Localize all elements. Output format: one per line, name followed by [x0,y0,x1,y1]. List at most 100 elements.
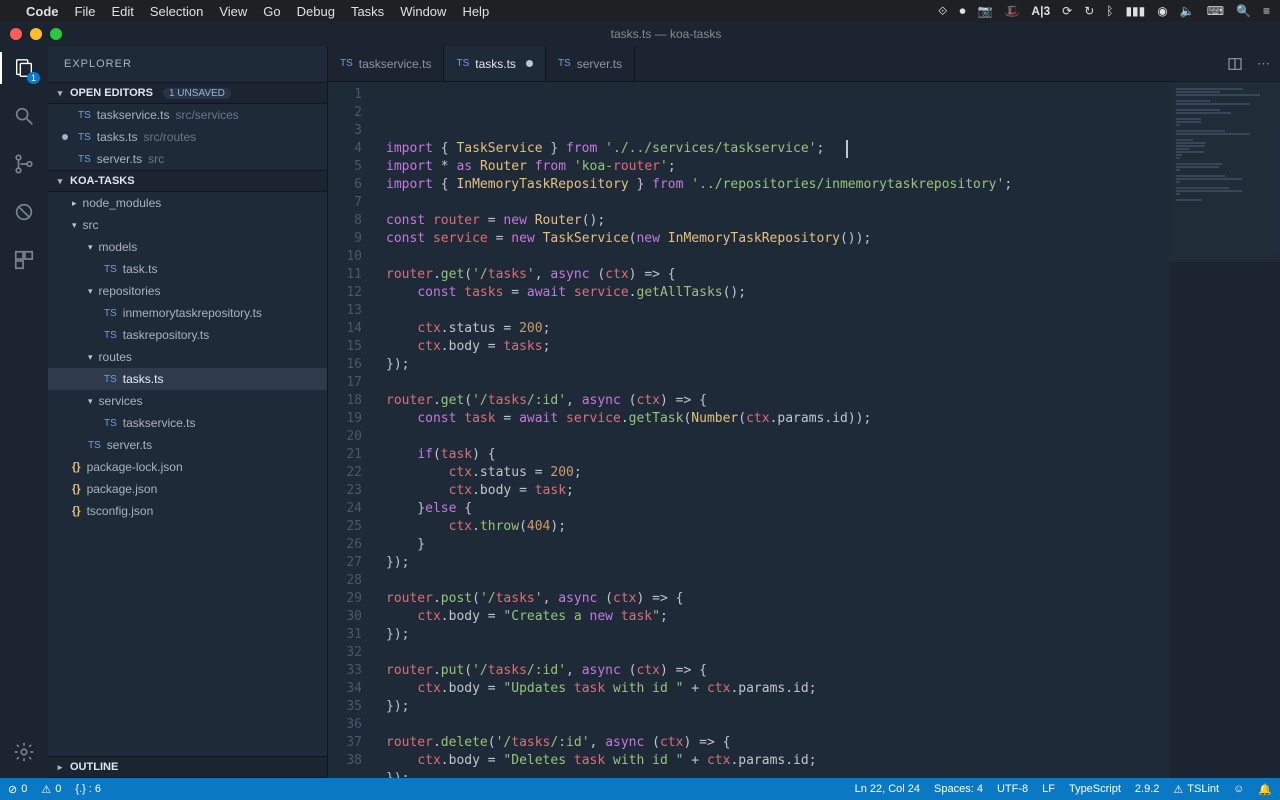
menu-help[interactable]: Help [462,4,489,19]
folder-item[interactable]: ▾services [48,390,327,412]
file-item[interactable]: TStaskservice.ts [48,412,327,434]
tray-battery-icon[interactable]: ▮▮▮ [1125,4,1145,18]
folder-item[interactable]: ▾models [48,236,327,258]
minimize-window-button[interactable] [30,28,42,40]
status-tslint[interactable]: ⚠ TSLint [1173,783,1219,796]
file-item[interactable]: {}tsconfig.json [48,500,327,522]
activity-search-icon[interactable] [10,102,38,130]
folder-item[interactable]: ▸ node_modules [48,192,327,214]
tray-sync-icon[interactable]: ⟳ [1062,4,1072,18]
tree-item-label: task.ts [123,262,158,276]
file-name: server.ts [97,152,142,166]
ts-file-icon: TS [104,264,117,275]
tree-item-label: src [83,218,99,232]
file-item[interactable]: TSinmemorytaskrepository.ts [48,302,327,324]
json-file-icon: {} [72,461,81,473]
tray-wifi-icon[interactable]: ◉ [1157,4,1167,18]
file-item[interactable]: TS task.ts [48,258,327,280]
chevron-right-icon: ▸ [72,198,77,209]
tree-item-label: node_modules [83,196,162,210]
file-item[interactable]: TStasks.ts [48,368,327,390]
activity-settings-icon[interactable] [10,738,38,766]
tree-item-label: server.ts [107,438,152,452]
code-editor[interactable]: 1234567891011121314151617181920212223242… [328,82,1280,778]
chevron-down-icon: ▾ [88,286,93,297]
status-language[interactable]: TypeScript [1069,783,1121,795]
activity-extensions-icon[interactable] [10,246,38,274]
more-actions-icon[interactable]: ⋯ [1257,56,1270,72]
project-section[interactable]: ▾ KOA-TASKS [48,170,327,192]
folder-item[interactable]: ▾src [48,214,327,236]
open-editors-section[interactable]: ▾ OPEN EDITORS 1 UNSAVED [48,82,327,104]
tab-label: tasks.ts [475,57,516,71]
explorer-title: EXPLORER [48,46,327,82]
open-editor-item[interactable]: TStaskservice.ts src/services [48,104,327,126]
tray-camera-icon[interactable]: 📷 [978,4,993,18]
status-feedback-icon[interactable]: ☺ [1233,783,1244,795]
activity-debug-icon[interactable] [10,198,38,226]
ts-file-icon: TS [104,330,117,341]
explorer-sidebar: EXPLORER ▾ OPEN EDITORS 1 UNSAVED TStask… [48,46,328,778]
tree-item-label: taskrepository.ts [123,328,209,342]
ts-file-icon: TS [104,308,117,319]
ts-file-icon: TS [104,418,117,429]
menu-file[interactable]: File [75,4,96,19]
app-name[interactable]: Code [26,4,59,19]
chevron-down-icon: ▾ [88,396,93,407]
chevron-down-icon: ▾ [54,176,66,187]
tray-bluetooth-icon[interactable]: ᛒ [1106,4,1113,18]
open-editor-item[interactable]: TSserver.ts src [48,148,327,170]
menu-edit[interactable]: Edit [111,4,133,19]
activity-explorer-icon[interactable]: 1 [10,54,38,82]
menu-debug[interactable]: Debug [297,4,335,19]
menu-view[interactable]: View [219,4,247,19]
tray-hat-icon[interactable]: 🎩 [1004,4,1019,18]
open-editors-label: OPEN EDITORS [70,87,153,99]
outline-section[interactable]: ▸ OUTLINE [48,756,327,778]
file-item[interactable]: TS taskrepository.ts [48,324,327,346]
file-item[interactable]: {}package.json [48,478,327,500]
tray-volume-icon[interactable]: 🔈 [1180,4,1195,18]
outline-label: OUTLINE [70,761,118,773]
tray-spotlight-icon[interactable]: 🔍 [1236,4,1251,18]
file-path: src [148,152,164,166]
minimap[interactable] [1170,82,1280,778]
menu-go[interactable]: Go [263,4,280,19]
editor-tab[interactable]: TStaskservice.ts [328,46,444,81]
close-window-button[interactable] [10,28,22,40]
tray-dropbox-icon[interactable]: ⟐ [938,4,947,19]
editor-tab[interactable]: TStasks.ts [444,46,545,81]
menu-window[interactable]: Window [400,4,446,19]
maximize-window-button[interactable] [50,28,62,40]
status-warnings[interactable]: ⚠ 0 [41,783,61,796]
status-cursor-pos[interactable]: Ln 22, Col 24 [855,783,920,795]
status-spaces[interactable]: Spaces: 4 [934,783,983,795]
menu-selection[interactable]: Selection [150,4,203,19]
tray-adobe-icon[interactable]: A|3 [1031,4,1050,18]
tray-record-icon[interactable]: ⏺ [960,4,966,19]
status-ts-version[interactable]: 2.9.2 [1135,783,1159,795]
tray-menu-icon[interactable]: ≡ [1263,4,1270,18]
code-content[interactable]: import { TaskService } from './../servic… [374,82,1170,778]
file-name: tasks.ts [97,130,138,144]
status-braces[interactable]: {.} : 6 [75,783,101,795]
folder-item[interactable]: ▾routes [48,346,327,368]
status-encoding[interactable]: UTF-8 [997,783,1028,795]
activity-git-icon[interactable] [10,150,38,178]
folder-item[interactable]: ▾repositories [48,280,327,302]
tray-input-icon[interactable]: ⌨ [1207,4,1224,18]
status-errors[interactable]: ⊘ 0 [8,783,27,796]
chevron-down-icon: ▾ [54,88,66,99]
file-item[interactable]: {}package-lock.json [48,456,327,478]
open-editor-item[interactable]: TStasks.ts src/routes [48,126,327,148]
menu-tasks[interactable]: Tasks [351,4,384,19]
file-path: src/services [175,108,238,122]
tray-timemachine-icon[interactable]: ↻ [1084,4,1094,18]
status-bell-icon[interactable]: 🔔 [1258,783,1272,796]
unsaved-badge: 1 UNSAVED [163,88,231,99]
editor-tab[interactable]: TSserver.ts [546,46,635,81]
file-item[interactable]: TSserver.ts [48,434,327,456]
status-eol[interactable]: LF [1042,783,1055,795]
activity-bar: 1 [0,46,48,778]
split-editor-icon[interactable] [1227,56,1243,72]
